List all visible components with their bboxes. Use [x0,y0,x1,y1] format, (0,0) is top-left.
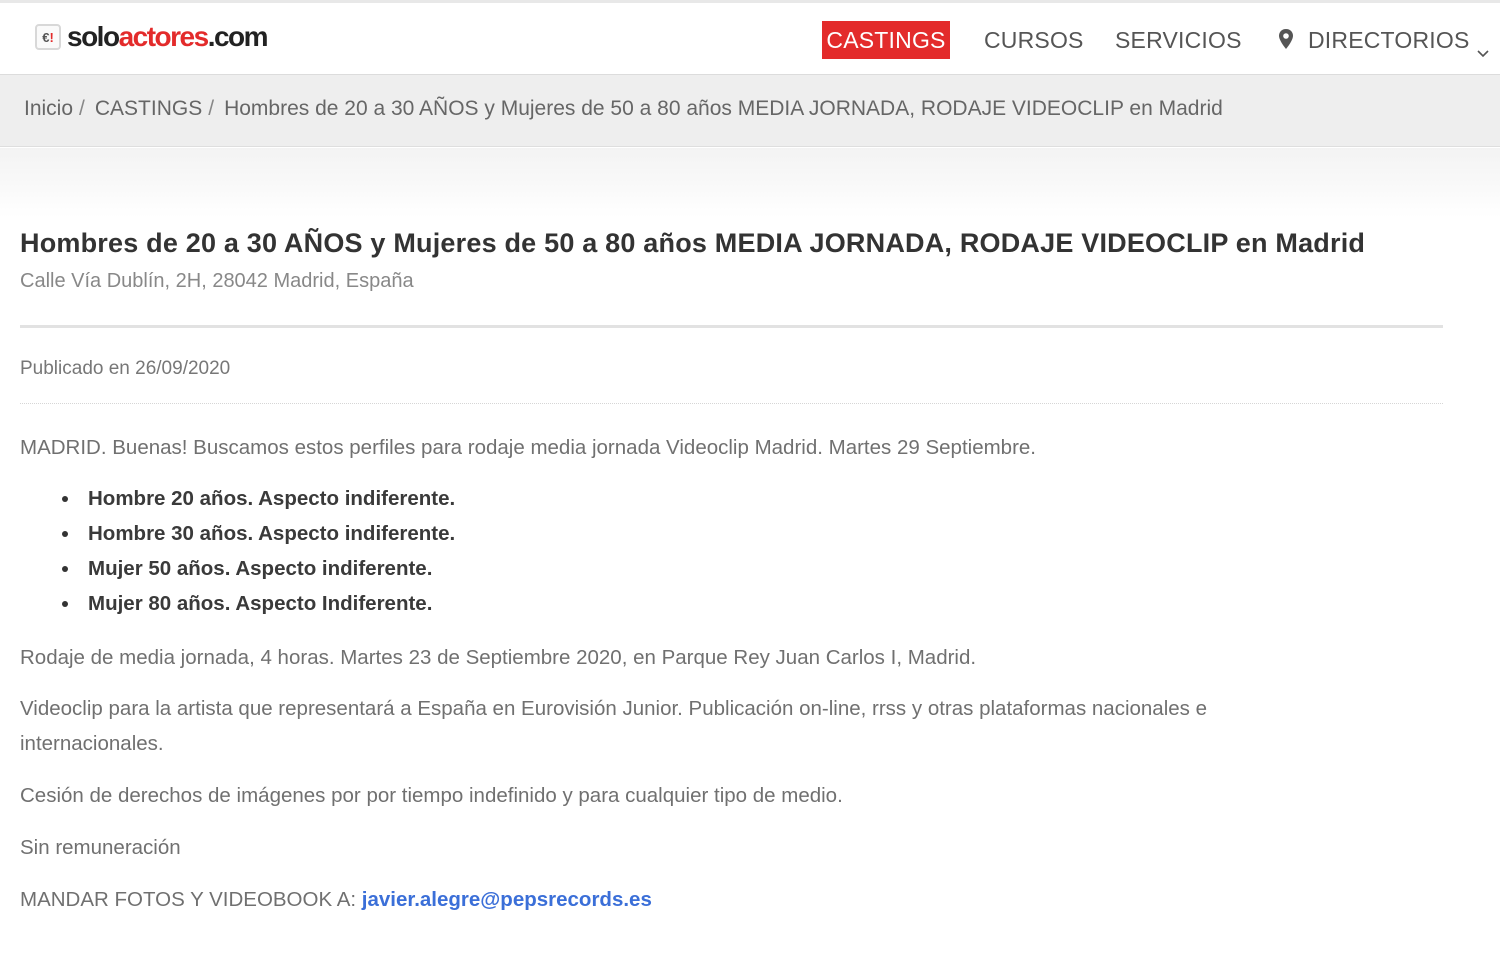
nav-directorios[interactable]: DIRECTORIOS [1278,21,1490,59]
divider [20,325,1443,328]
page-title: Hombres de 20 a 30 AÑOS y Mujeres de 50 … [20,228,1366,258]
pay-text: Sin remuneración [20,836,181,859]
contact-label: MANDAR FOTOS Y VIDEOBOOK A: [20,888,357,911]
dotted-divider [20,403,1443,404]
chevron-down-icon [1476,33,1490,58]
profiles-list: Hombre 20 años. Aspecto indiferente. Hom… [60,481,455,621]
main-nav: CASTINGS CURSOS SERVICIOS DIRECTORIOS [0,21,1500,61]
bullet [62,531,68,537]
breadcrumb: Inicio / CASTINGS / Hombres de 20 a 30 AÑOS … [24,97,1223,121]
published-date: Publicado en 26/09/2020 [20,358,231,379]
list-item: Hombre 20 años. Aspecto indiferente. [60,481,455,516]
profile-text: Hombre 20 años. Aspecto indiferente. [88,487,456,510]
breadcrumb-separator: / [208,97,215,120]
breadcrumb-separator: / [79,97,85,120]
bullet [62,566,68,572]
details-text: Rodaje de media jornada, 4 horas. Martes… [20,646,977,669]
nav-directorios-label: DIRECTORIOS [1308,27,1470,53]
listing-address: Calle Vía Dublín, 2H, 28042 Madrid, Espa… [20,270,414,292]
nav-servicios[interactable]: SERVICIOS [1115,21,1242,59]
bullet [62,601,68,607]
profile-text: Hombre 30 años. Aspecto indiferente. [88,522,456,545]
nav-cursos[interactable]: CURSOS [984,21,1084,59]
breadcrumb-inicio[interactable]: Inicio [24,97,73,120]
nav-castings[interactable]: CASTINGS [822,21,950,59]
rights-text: Cesión de derechos de imágenes por por t… [20,784,843,807]
description-text: Videoclip para la artista que representa… [20,697,1208,755]
breadcrumb-castings[interactable]: CASTINGS [95,97,202,120]
top-navbar: €! soloactores.com CASTINGS CURSOS SERVI… [0,0,1500,75]
intro-text: MADRID. Buenas! Buscamos estos perfiles … [20,436,1037,459]
contact-email-link[interactable]: javier.alegre@pepsrecords.es [362,888,652,911]
list-item: Mujer 50 años. Aspecto indiferente. [60,551,455,586]
breadcrumb-bar: Inicio / CASTINGS / Hombres de 20 a 30 AÑOS … [0,75,1500,147]
profile-text: Mujer 50 años. Aspecto indiferente. [88,557,433,580]
profile-text: Mujer 80 años. Aspecto Indiferente. [88,592,433,615]
bullet [62,496,68,502]
map-pin-icon [1278,28,1294,52]
list-item: Hombre 30 años. Aspecto indiferente. [60,516,455,551]
header-fade [0,148,1500,218]
contact-line: MANDAR FOTOS Y VIDEOBOOK A: javier.alegr… [20,882,1350,917]
breadcrumb-current: Hombres de 20 a 30 AÑOS y Mujeres de 50 … [224,97,1223,120]
list-item: Mujer 80 años. Aspecto Indiferente. [60,586,455,621]
